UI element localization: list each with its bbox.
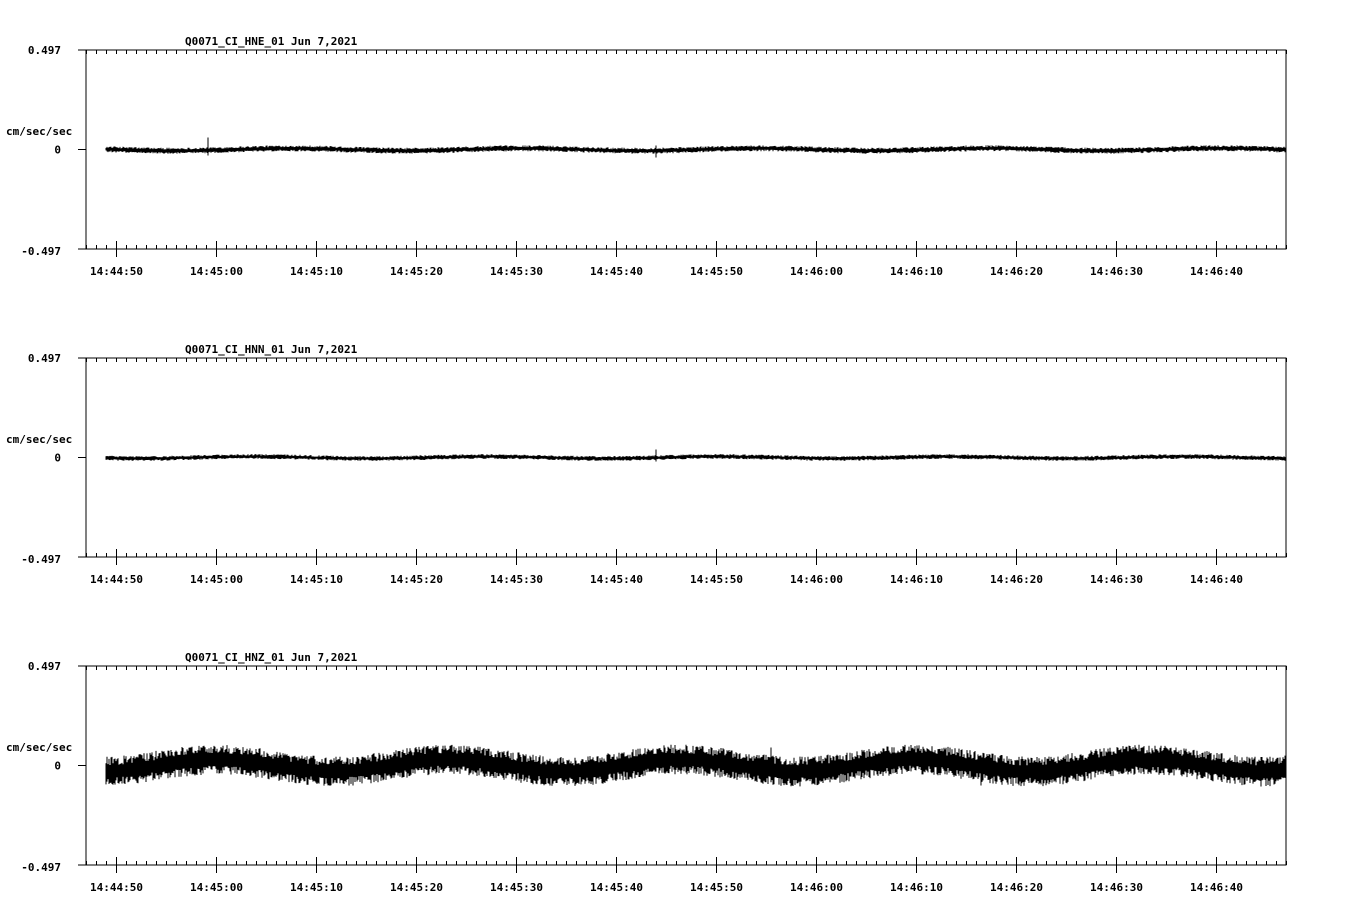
chart-title: Q0071_CI_HNE_01 Jun 7,2021 xyxy=(185,35,358,48)
x-tick-label: 14:45:20 xyxy=(390,573,443,586)
x-tick-label: 14:46:20 xyxy=(990,265,1043,278)
y-tick-label: -0.497 xyxy=(21,861,61,874)
x-tick-label: 14:44:50 xyxy=(90,573,143,586)
x-tick-label: 14:45:40 xyxy=(590,881,643,894)
x-tick-label: 14:45:10 xyxy=(290,265,343,278)
x-tick-label: 14:45:20 xyxy=(390,881,443,894)
x-tick-label: 14:45:10 xyxy=(290,881,343,894)
x-tick-label: 14:46:20 xyxy=(990,573,1043,586)
x-tick-label: 14:45:40 xyxy=(590,265,643,278)
x-tick-label: 14:45:00 xyxy=(190,265,243,278)
x-tick-label: 14:45:50 xyxy=(690,573,743,586)
x-tick-label: 14:46:30 xyxy=(1090,573,1143,586)
x-tick-label: 14:45:50 xyxy=(690,265,743,278)
chart-title: Q0071_CI_HNN_01 Jun 7,2021 xyxy=(185,343,358,356)
x-tick-label: 14:44:50 xyxy=(90,881,143,894)
y-tick-label: -0.497 xyxy=(21,245,61,258)
x-tick-label: 14:45:30 xyxy=(490,573,543,586)
y-tick-label: -0.497 xyxy=(21,553,61,566)
chart-title: Q0071_CI_HNZ_01 Jun 7,2021 xyxy=(185,651,358,664)
y-axis-label: cm/sec/sec xyxy=(6,125,72,138)
y-axis-label: cm/sec/sec xyxy=(6,741,72,754)
x-tick-label: 14:46:20 xyxy=(990,881,1043,894)
x-tick-label: 14:45:00 xyxy=(190,573,243,586)
y-tick-label: 0 xyxy=(54,452,61,465)
y-tick-label: 0.497 xyxy=(28,352,61,365)
x-tick-label: 14:45:00 xyxy=(190,881,243,894)
x-tick-label: 14:46:40 xyxy=(1190,573,1243,586)
x-tick-label: 14:46:00 xyxy=(790,265,843,278)
x-tick-label: 14:46:10 xyxy=(890,881,943,894)
y-tick-label: 0 xyxy=(54,760,61,773)
x-tick-label: 14:46:10 xyxy=(890,573,943,586)
y-tick-label: 0 xyxy=(54,144,61,157)
x-tick-label: 14:45:40 xyxy=(590,573,643,586)
x-tick-label: 14:44:50 xyxy=(90,265,143,278)
seismogram-figure: Q0071_CI_HNE_01 Jun 7,2021 0.497 0 -0.497 cm… xyxy=(6,35,1287,894)
x-tick-label: 14:46:30 xyxy=(1090,265,1143,278)
x-tick-label: 14:45:10 xyxy=(290,573,343,586)
y-tick-label: 0.497 xyxy=(28,660,61,673)
y-tick-label: 0.497 xyxy=(28,44,61,57)
waveform-trace xyxy=(105,137,1287,158)
x-tick-label: 14:46:30 xyxy=(1090,881,1143,894)
x-tick-label: 14:45:30 xyxy=(490,265,543,278)
x-tick-label: 14:45:20 xyxy=(390,265,443,278)
x-tick-label: 14:46:40 xyxy=(1190,881,1243,894)
waveform-trace xyxy=(105,744,1287,787)
x-tick-label: 14:46:00 xyxy=(790,881,843,894)
x-tick-label: 14:46:10 xyxy=(890,265,943,278)
x-tick-label: 14:46:40 xyxy=(1190,265,1243,278)
waveform-trace xyxy=(105,449,1287,462)
seismogram-panel: Q0071_CI_HNN_01 Jun 7,2021 0.497 0 -0.497 cm… xyxy=(6,343,1287,586)
x-tick-label: 14:45:30 xyxy=(490,881,543,894)
y-axis-label: cm/sec/sec xyxy=(6,433,72,446)
x-tick-label: 14:46:00 xyxy=(790,573,843,586)
x-tick-label: 14:45:50 xyxy=(690,881,743,894)
seismogram-panel: Q0071_CI_HNZ_01 Jun 7,2021 0.497 0 -0.497 cm… xyxy=(6,651,1287,894)
seismogram-panel: Q0071_CI_HNE_01 Jun 7,2021 0.497 0 -0.497 cm… xyxy=(6,35,1287,278)
